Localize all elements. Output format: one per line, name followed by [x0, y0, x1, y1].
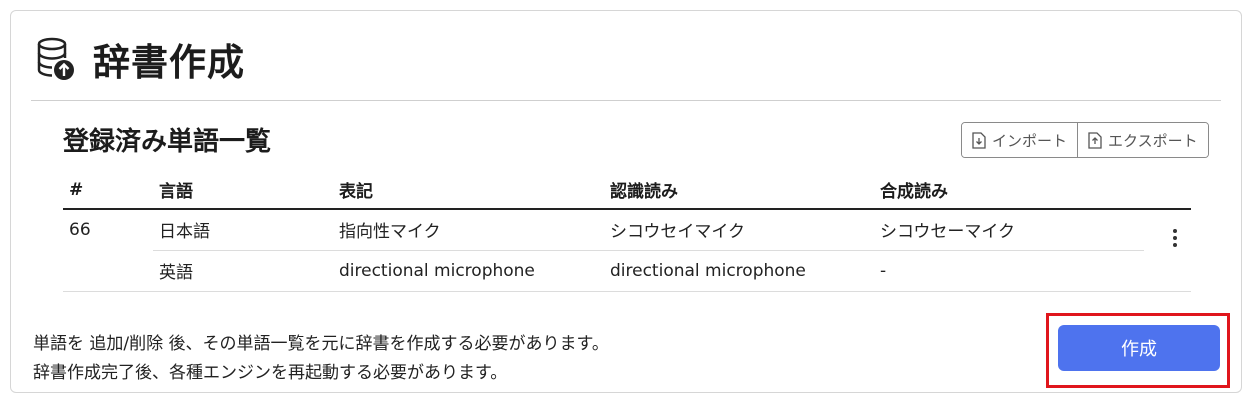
more-options-icon[interactable] — [1165, 224, 1185, 252]
cell-synthesis: シコウセーマイク — [874, 209, 1144, 251]
header-notation: 表記 — [333, 171, 604, 210]
entry-num: 66 — [63, 209, 153, 292]
export-label: エクスポート — [1108, 131, 1198, 150]
header-num: # — [63, 171, 153, 210]
file-import-icon — [972, 131, 986, 149]
file-export-icon — [1088, 131, 1102, 149]
table-row: 66 日本語 指向性マイク シコウセイマイク シコウセーマイク — [63, 209, 1191, 292]
export-button[interactable]: エクスポート — [1077, 123, 1208, 157]
row-menu-cell — [1144, 209, 1191, 292]
page-header: 辞書作成 — [35, 33, 245, 85]
import-export-group: インポート エクスポート — [961, 122, 1209, 158]
import-label: インポート — [992, 131, 1068, 150]
cell-recognition: シコウセイマイク — [604, 209, 874, 251]
note-line-1: 単語を 追加/削除 後、その単語一覧を元に辞書を作成する必要があります。 — [33, 334, 609, 354]
table-header-row: # 言語 表記 認識読み 合成読み — [63, 171, 1191, 210]
header-actions — [1144, 171, 1191, 210]
header-recognition: 認識読み — [604, 171, 874, 210]
cell-notation: directional microphone — [333, 250, 604, 292]
note-line-2: 辞書作成完了後、各種エンジンを再起動する必要があります。 — [33, 363, 508, 383]
cell-notation: 指向性マイク — [333, 209, 604, 251]
cell-recognition: directional microphone — [604, 250, 874, 292]
create-button[interactable]: 作成 — [1058, 325, 1220, 371]
database-upload-icon — [35, 36, 75, 82]
word-table: # 言語 表記 認識読み 合成読み 66 日本語 指向性マイク シコウセイマイク… — [63, 171, 1191, 292]
table-row: 英語 directional microphone directional mi… — [63, 250, 1191, 292]
header-divider — [31, 100, 1221, 101]
section-title: 登録済み単語一覧 — [63, 127, 272, 157]
cell-language: 英語 — [153, 250, 333, 292]
page-title: 辞書作成 — [93, 41, 245, 84]
header-language: 言語 — [153, 171, 333, 210]
cell-synthesis: - — [874, 250, 1144, 292]
import-button[interactable]: インポート — [962, 123, 1078, 157]
header-synthesis: 合成読み — [874, 171, 1144, 210]
cell-language: 日本語 — [153, 209, 333, 251]
